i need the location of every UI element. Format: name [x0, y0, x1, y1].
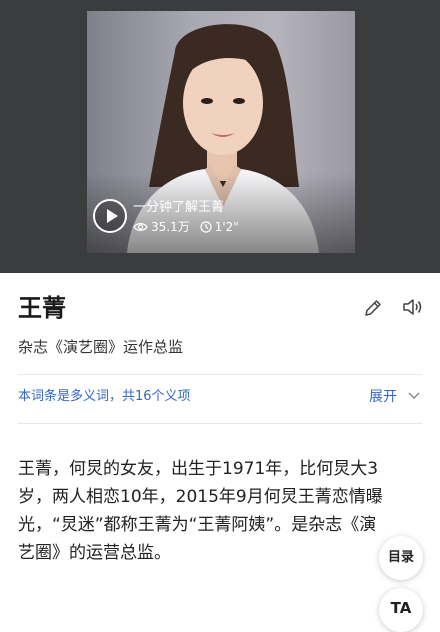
intro-line: 光，“炅迷”都称王菁为“王菁阿姨”。是杂志《演 — [18, 515, 377, 535]
ta-button[interactable]: TA — [379, 588, 423, 632]
intro-line: 王菁，何炅的女友，出生于1971年，比何炅大3 — [18, 459, 379, 479]
chevron-down-icon[interactable] — [408, 392, 420, 400]
view-count: 35.1万 — [151, 220, 190, 234]
speaker-icon[interactable] — [402, 297, 424, 317]
toc-button[interactable]: 目录 — [379, 536, 423, 580]
entry-title: 王菁 — [18, 294, 66, 322]
intro-line: 岁，两人相恋10年，2015年9月何炅王菁恋情曝 — [18, 487, 383, 507]
intro-line: 艺圈》的运营总监。 — [18, 543, 171, 563]
video-meta: 35.1万 1'2" — [133, 219, 239, 235]
video-banner[interactable]: 一分钟了解王菁 35.1万 1'2" — [0, 0, 440, 273]
expand-button[interactable]: 展开 — [369, 387, 397, 407]
entry-subtitle: 杂志《演艺圈》运作总监 — [18, 338, 184, 356]
video-duration: 1'2" — [214, 220, 239, 234]
divider — [18, 423, 422, 424]
intro-paragraph: 王菁，何炅的女友，出生于1971年，比何炅大3 岁，两人相恋10年，2015年9… — [18, 455, 422, 567]
play-icon — [107, 209, 118, 223]
polysemy-note[interactable]: 本词条是多义词，共16个义项 — [18, 388, 191, 406]
divider — [18, 374, 422, 375]
eye-icon — [133, 223, 148, 231]
video-title[interactable]: 一分钟了解王菁 — [133, 199, 224, 217]
clock-icon — [200, 221, 212, 233]
play-button[interactable] — [93, 199, 127, 233]
edit-pencil-icon[interactable] — [363, 298, 383, 318]
